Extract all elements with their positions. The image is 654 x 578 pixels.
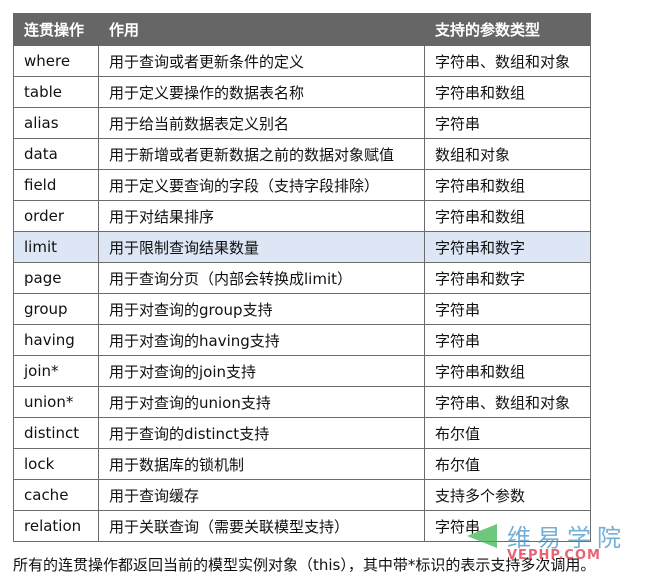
operation-cell: page <box>13 262 99 294</box>
operation-cell: table <box>13 76 99 108</box>
param-type-cell: 字符串和数组 <box>424 169 591 201</box>
operation-cell: limit <box>13 231 99 263</box>
purpose-cell: 用于查询缓存 <box>98 479 425 511</box>
table-row: union* 用于对查询的union支持 字符串、数组和对象 <box>13 386 591 418</box>
operation-cell: field <box>13 169 99 201</box>
purpose-cell: 用于查询或者更新条件的定义 <box>98 45 425 77</box>
table-row: lock 用于数据库的锁机制 布尔值 <box>13 448 591 480</box>
param-type-cell: 字符串和数字 <box>424 262 591 294</box>
param-type-cell: 数组和对象 <box>424 138 591 170</box>
table-row: distinct 用于查询的distinct支持 布尔值 <box>13 417 591 449</box>
operation-cell: order <box>13 200 99 232</box>
param-type-cell: 支持多个参数 <box>424 479 591 511</box>
param-type-cell: 字符串和数组 <box>424 355 591 387</box>
operation-cell: relation <box>13 510 99 542</box>
operation-cell: group <box>13 293 99 325</box>
table-row: join* 用于对查询的join支持 字符串和数组 <box>13 355 591 387</box>
purpose-cell: 用于查询的distinct支持 <box>98 417 425 449</box>
operation-cell: union* <box>13 386 99 418</box>
purpose-cell: 用于数据库的锁机制 <box>98 448 425 480</box>
table-row: having 用于对查询的having支持 字符串 <box>13 324 591 356</box>
operation-cell: lock <box>13 448 99 480</box>
purpose-cell: 用于对结果排序 <box>98 200 425 232</box>
operation-cell: cache <box>13 479 99 511</box>
footer-note: 所有的连贯操作都返回当前的模型实例对象（this），其中带*标识的表示支持多次调… <box>13 556 596 574</box>
purpose-cell: 用于对查询的having支持 <box>98 324 425 356</box>
purpose-cell: 用于给当前数据表定义别名 <box>98 107 425 139</box>
table-row: data 用于新增或者更新数据之前的数据对象赋值 数组和对象 <box>13 138 591 170</box>
param-type-cell: 字符串、数组和对象 <box>424 45 591 77</box>
operation-cell: distinct <box>13 417 99 449</box>
table-row: relation 用于关联查询（需要关联模型支持） 字符串 <box>13 510 591 542</box>
table-row: where 用于查询或者更新条件的定义 字符串、数组和对象 <box>13 45 591 77</box>
purpose-cell: 用于定义要查询的字段（支持字段排除） <box>98 169 425 201</box>
operation-cell: having <box>13 324 99 356</box>
param-type-cell: 字符串 <box>424 510 591 542</box>
operation-cell: join* <box>13 355 99 387</box>
param-type-cell: 字符串 <box>424 293 591 325</box>
purpose-cell: 用于对查询的group支持 <box>98 293 425 325</box>
header-param-types: 支持的参数类型 <box>424 13 591 46</box>
param-type-cell: 布尔值 <box>424 417 591 449</box>
table-row: page 用于查询分页（内部会转换成limit） 字符串和数字 <box>13 262 591 294</box>
table-row: order 用于对结果排序 字符串和数组 <box>13 200 591 232</box>
param-type-cell: 字符串和数字 <box>424 231 591 263</box>
param-type-cell: 字符串、数组和对象 <box>424 386 591 418</box>
purpose-cell: 用于对查询的join支持 <box>98 355 425 387</box>
purpose-cell: 用于关联查询（需要关联模型支持） <box>98 510 425 542</box>
purpose-cell: 用于查询分页（内部会转换成limit） <box>98 262 425 294</box>
purpose-cell: 用于定义要操作的数据表名称 <box>98 76 425 108</box>
purpose-cell: 用于新增或者更新数据之前的数据对象赋值 <box>98 138 425 170</box>
param-type-cell: 布尔值 <box>424 448 591 480</box>
table-row: field 用于定义要查询的字段（支持字段排除） 字符串和数组 <box>13 169 591 201</box>
header-purpose: 作用 <box>98 13 425 46</box>
table-row: cache 用于查询缓存 支持多个参数 <box>13 479 591 511</box>
param-type-cell: 字符串 <box>424 107 591 139</box>
operation-cell: data <box>13 138 99 170</box>
chain-operations-table: 连贯操作 作用 支持的参数类型 where 用于查询或者更新条件的定义 字符串、数组… <box>13 13 591 542</box>
operation-cell: alias <box>13 107 99 139</box>
header-operation: 连贯操作 <box>13 13 99 46</box>
table-row: table 用于定义要操作的数据表名称 字符串和数组 <box>13 76 591 108</box>
param-type-cell: 字符串 <box>424 324 591 356</box>
table-row: group 用于对查询的group支持 字符串 <box>13 293 591 325</box>
table-row: limit 用于限制查询结果数量 字符串和数字 <box>13 231 591 263</box>
param-type-cell: 字符串和数组 <box>424 76 591 108</box>
table-row: alias 用于给当前数据表定义别名 字符串 <box>13 107 591 139</box>
purpose-cell: 用于对查询的union支持 <box>98 386 425 418</box>
table-header-row: 连贯操作 作用 支持的参数类型 <box>13 13 591 46</box>
operation-cell: where <box>13 45 99 77</box>
param-type-cell: 字符串和数组 <box>424 200 591 232</box>
purpose-cell: 用于限制查询结果数量 <box>98 231 425 263</box>
